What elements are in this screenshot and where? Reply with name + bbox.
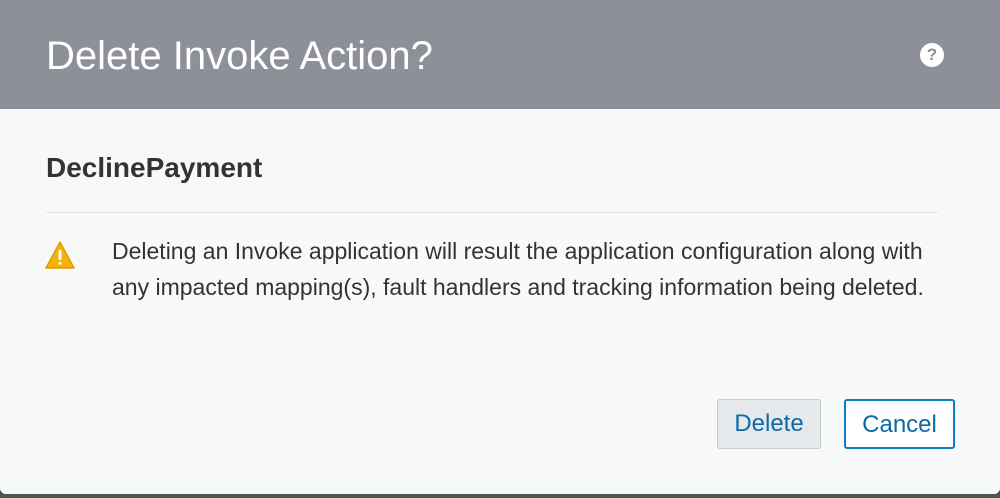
background-strip — [0, 494, 1000, 498]
warning-message: Deleting an Invoke application will resu… — [112, 238, 924, 300]
delete-button[interactable]: Delete — [717, 399, 821, 449]
item-name: DeclinePayment — [46, 152, 263, 183]
dialog-header: Delete Invoke Action? ? — [0, 0, 1000, 109]
delete-invoke-dialog: Delete Invoke Action? ? DeclinePayment D… — [0, 0, 1000, 494]
cancel-button[interactable]: Cancel — [844, 399, 955, 449]
help-icon[interactable]: ? — [920, 43, 944, 67]
dialog-title: Delete Invoke Action? — [46, 34, 433, 78]
warning-triangle-icon — [45, 241, 75, 269]
